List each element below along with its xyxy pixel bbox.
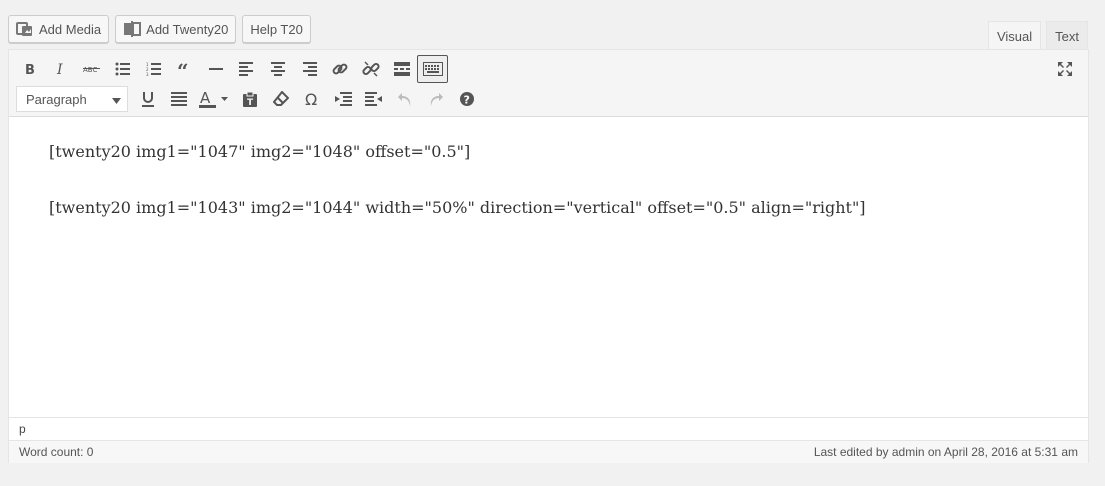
svg-text:T: T <box>247 98 254 107</box>
undo-icon[interactable] <box>389 85 420 113</box>
text-color-icon[interactable]: A <box>194 85 234 113</box>
editor-mode-tabs: Visual Text <box>987 21 1088 51</box>
chevron-down-icon <box>112 92 121 107</box>
svg-text:Ω: Ω <box>305 91 317 107</box>
redo-icon[interactable] <box>420 85 451 113</box>
fullscreen-icon[interactable] <box>1049 55 1080 83</box>
add-twenty20-button[interactable]: Add Twenty20 <box>115 15 237 43</box>
insert-link-icon[interactable] <box>324 55 355 83</box>
tab-text[interactable]: Text <box>1046 21 1088 50</box>
tab-visual[interactable]: Visual <box>987 21 1042 51</box>
format-select-value: Paragraph <box>26 91 87 107</box>
read-more-icon[interactable] <box>386 55 417 83</box>
indent-icon[interactable] <box>358 85 389 113</box>
remove-link-icon[interactable] <box>355 55 386 83</box>
toolbar-toggle-icon[interactable] <box>417 55 448 83</box>
help-t20-button[interactable]: Help T20 <box>242 15 311 43</box>
editor-toolbar: B I ABC 123 “ Paragraph A T Ω ? <box>9 50 1088 117</box>
paste-as-text-icon[interactable]: T <box>234 85 265 113</box>
align-left-icon[interactable] <box>231 55 262 83</box>
strikethrough-icon[interactable]: ABC <box>76 55 107 83</box>
element-path-tag[interactable]: p <box>19 422 26 436</box>
justify-icon[interactable] <box>163 85 194 113</box>
shortcode-line-2: [twenty20 img1="1043" img2="1044" width=… <box>49 198 866 217</box>
media-buttons: Add Media Add Twenty20 Help T20 <box>8 15 311 43</box>
media-icon <box>16 21 34 37</box>
post-status-info: Word count: 0 Last edited by admin on Ap… <box>9 440 1088 463</box>
numbered-list-icon[interactable]: 123 <box>138 55 169 83</box>
toolbar-row-2: Paragraph A T Ω ? <box>14 85 482 113</box>
shortcode-line-1: [twenty20 img1="1047" img2="1048" offset… <box>49 142 471 161</box>
add-media-button[interactable]: Add Media <box>8 15 110 43</box>
outdent-icon[interactable] <box>327 85 358 113</box>
add-media-label: Add Media <box>39 21 102 37</box>
underline-icon[interactable] <box>132 85 163 113</box>
editor: B I ABC 123 “ Paragraph A T Ω ? [twenty2… <box>8 49 1089 463</box>
bold-icon[interactable]: B <box>14 55 45 83</box>
svg-text:ABC: ABC <box>83 66 97 74</box>
help-t20-label: Help T20 <box>250 21 303 37</box>
svg-text:3: 3 <box>146 72 149 76</box>
svg-text:“: “ <box>177 62 189 76</box>
last-edited: Last edited by admin on April 28, 2016 a… <box>813 445 1078 459</box>
svg-text:A: A <box>200 90 211 107</box>
twenty20-icon <box>123 21 142 37</box>
svg-text:?: ? <box>463 94 469 107</box>
add-twenty20-label: Add Twenty20 <box>146 21 229 37</box>
svg-text:I: I <box>56 62 63 76</box>
format-select[interactable]: Paragraph <box>16 86 128 112</box>
word-count: Word count: 0 <box>19 445 94 459</box>
help-icon[interactable]: ? <box>451 85 482 113</box>
align-center-icon[interactable] <box>262 55 293 83</box>
align-right-icon[interactable] <box>293 55 324 83</box>
svg-text:B: B <box>25 63 35 76</box>
special-character-icon[interactable]: Ω <box>296 85 327 113</box>
editor-content[interactable]: [twenty20 img1="1047" img2="1048" offset… <box>9 117 1088 417</box>
italic-icon[interactable]: I <box>45 55 76 83</box>
horizontal-line-icon[interactable] <box>200 55 231 83</box>
element-path: p <box>9 417 1088 440</box>
toolbar-row-1: B I ABC 123 “ <box>14 55 448 83</box>
clear-formatting-icon[interactable] <box>265 85 296 113</box>
bulleted-list-icon[interactable] <box>107 55 138 83</box>
blockquote-icon[interactable]: “ <box>169 55 200 83</box>
